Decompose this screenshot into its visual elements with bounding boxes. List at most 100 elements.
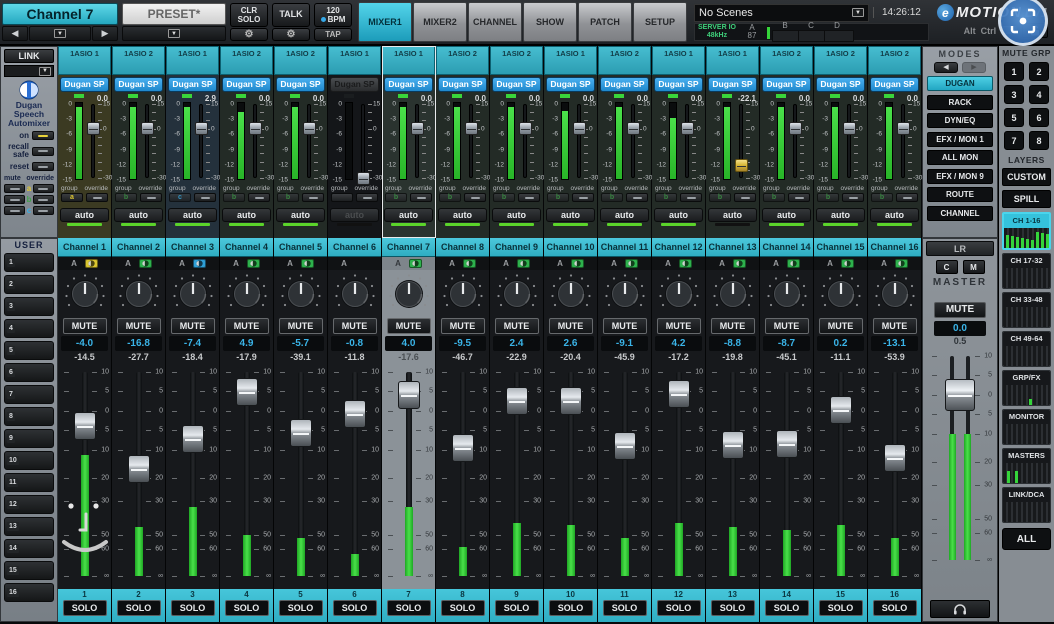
mode-dyn-eq[interactable]: DYN/EQ xyxy=(927,113,993,128)
bpm-display[interactable]: 120 BPM xyxy=(314,3,352,27)
fader-gain-display[interactable]: 2.4 xyxy=(493,336,540,351)
channel-name-header[interactable]: Channel 3 xyxy=(166,238,219,257)
input-source-label[interactable]: A xyxy=(827,259,833,268)
solo-button[interactable]: SOLO xyxy=(765,600,809,616)
fader-gain-display[interactable]: -4.0 xyxy=(61,336,108,351)
fader-gain-display[interactable]: 4.9 xyxy=(223,336,270,351)
tab-patch[interactable]: PATCH xyxy=(578,2,632,42)
channel-name-header[interactable]: Channel 11 xyxy=(598,238,651,257)
pan-knob[interactable] xyxy=(711,272,755,314)
mute-button[interactable]: MUTE xyxy=(63,318,107,334)
link-header[interactable]: LINK xyxy=(4,49,54,63)
override-button[interactable] xyxy=(410,193,432,202)
solo-button[interactable]: SOLO xyxy=(495,600,539,616)
dugan-fader-handle[interactable] xyxy=(465,122,478,135)
solo-button[interactable]: SOLO xyxy=(657,600,701,616)
solo-button[interactable]: SOLO xyxy=(441,600,485,616)
dugan-sp-plugin-button[interactable]: Dugan SP xyxy=(330,77,379,92)
input-patch-button[interactable]: 1ASIO 1 xyxy=(706,46,759,75)
layer-bank-monitor[interactable]: MONITOR xyxy=(1002,409,1051,445)
auto-button[interactable]: auto xyxy=(114,208,163,222)
dugan-sp-plugin-button[interactable]: Dugan SP xyxy=(222,77,271,92)
fader-handle[interactable] xyxy=(74,412,96,440)
input-source-label[interactable]: A xyxy=(611,259,617,268)
clr-solo-settings-button[interactable]: ⚙ xyxy=(230,28,268,41)
layers-spill-button[interactable]: SPILL xyxy=(1002,190,1051,208)
user-slot-14[interactable]: 14 xyxy=(4,539,54,558)
dugan-fader-handle[interactable] xyxy=(249,122,262,135)
mode-efx-mon-9[interactable]: EFX / MON 9 xyxy=(927,169,993,184)
mute-group-7-button[interactable]: 7 xyxy=(1004,131,1024,150)
pan-knob[interactable] xyxy=(441,272,485,314)
ctrl-key-indicator[interactable]: Ctrl xyxy=(981,26,997,36)
channel-prev-button[interactable]: ◀ xyxy=(2,26,28,41)
dugan-sp-plugin-button[interactable]: Dugan SP xyxy=(546,77,595,92)
mute-button[interactable]: MUTE xyxy=(657,318,701,334)
preset-dropdown-button[interactable]: ▼ xyxy=(122,26,226,41)
input-patch-button[interactable]: 1ASIO 1 xyxy=(544,46,597,75)
automixer-on-button[interactable] xyxy=(32,131,54,140)
override-group-a-button[interactable] xyxy=(33,184,54,193)
pan-knob[interactable] xyxy=(117,272,161,314)
mute-group-a-button[interactable] xyxy=(4,184,25,193)
solo-button[interactable]: SOLO xyxy=(711,600,755,616)
user-slot-11[interactable]: 11 xyxy=(4,473,54,492)
master-cue-button[interactable]: C xyxy=(936,260,958,274)
solo-button[interactable]: SOLO xyxy=(63,600,107,616)
fader-handle[interactable] xyxy=(344,400,366,428)
input-patch-button[interactable]: 1ASIO 1 xyxy=(58,46,111,75)
override-button[interactable] xyxy=(464,193,486,202)
override-button[interactable] xyxy=(356,193,378,202)
master-mute-button[interactable]: MUTE xyxy=(934,302,986,318)
mute-group-5-button[interactable]: 5 xyxy=(1004,108,1024,127)
override-button[interactable] xyxy=(194,193,216,202)
input-patch-button[interactable]: 1ASIO 2 xyxy=(112,46,165,75)
auto-button[interactable]: auto xyxy=(708,208,757,222)
group-assign-button[interactable]: b xyxy=(493,193,515,202)
mute-button[interactable]: MUTE xyxy=(225,318,269,334)
auto-button[interactable]: auto xyxy=(816,208,865,222)
auto-button[interactable]: auto xyxy=(762,208,811,222)
group-assign-button[interactable]: b xyxy=(385,193,407,202)
fader-handle[interactable] xyxy=(722,431,744,459)
tab-mixer2[interactable]: MIXER2 xyxy=(413,2,467,42)
dugan-sp-plugin-button[interactable]: Dugan SP xyxy=(816,77,865,92)
layer-bank-ch-1-16[interactable]: CH 1-16 xyxy=(1002,212,1051,250)
group-assign-button[interactable]: b xyxy=(655,193,677,202)
dugan-sp-plugin-button[interactable]: Dugan SP xyxy=(600,77,649,92)
auto-button[interactable]: auto xyxy=(168,208,217,222)
auto-button[interactable]: auto xyxy=(276,208,325,222)
talk-settings-button[interactable]: ⚙ xyxy=(272,28,310,41)
user-slot-13[interactable]: 13 xyxy=(4,517,54,536)
fader-gain-display[interactable]: 4.2 xyxy=(655,336,702,351)
channel-name-header[interactable]: Channel 8 xyxy=(436,238,489,257)
group-assign-button[interactable]: c xyxy=(169,193,191,202)
clear-solo-button[interactable]: CLR SOLO xyxy=(230,3,268,27)
dugan-fader-handle[interactable] xyxy=(195,122,208,135)
mute-button[interactable]: MUTE xyxy=(387,318,431,334)
user-slot-12[interactable]: 12 xyxy=(4,495,54,514)
group-assign-button[interactable] xyxy=(331,193,353,202)
dugan-fader-handle[interactable] xyxy=(357,172,370,185)
master-mono-button[interactable]: M xyxy=(963,260,985,274)
io-slot-c[interactable]: C xyxy=(798,22,824,42)
input-patch-button[interactable]: 1ASIO 2 xyxy=(490,46,543,75)
fader-handle[interactable] xyxy=(830,396,852,424)
channel-name-header[interactable]: Channel 12 xyxy=(652,238,705,257)
solo-button[interactable]: SOLO xyxy=(171,600,215,616)
tab-mixer1[interactable]: MIXER1 xyxy=(358,2,412,42)
fader-gain-display[interactable]: 2.6 xyxy=(547,336,594,351)
solo-button[interactable]: SOLO xyxy=(549,600,593,616)
channel-name-header[interactable]: Channel 14 xyxy=(760,238,813,257)
mute-group-2-button[interactable]: 2 xyxy=(1029,62,1049,81)
dugan-sp-plugin-button[interactable]: Dugan SP xyxy=(654,77,703,92)
dugan-fader-handle[interactable] xyxy=(303,122,316,135)
user-slot-1[interactable]: 1 xyxy=(4,253,54,272)
input-patch-button[interactable]: 1ASIO 2 xyxy=(760,46,813,75)
fader-handle[interactable] xyxy=(776,430,798,458)
input-source-label[interactable]: A xyxy=(341,259,347,268)
solo-button[interactable]: SOLO xyxy=(117,600,161,616)
fader-gain-display[interactable]: -13.1 xyxy=(871,336,918,351)
user-slot-3[interactable]: 3 xyxy=(4,297,54,316)
input-source-label[interactable]: A xyxy=(665,259,671,268)
